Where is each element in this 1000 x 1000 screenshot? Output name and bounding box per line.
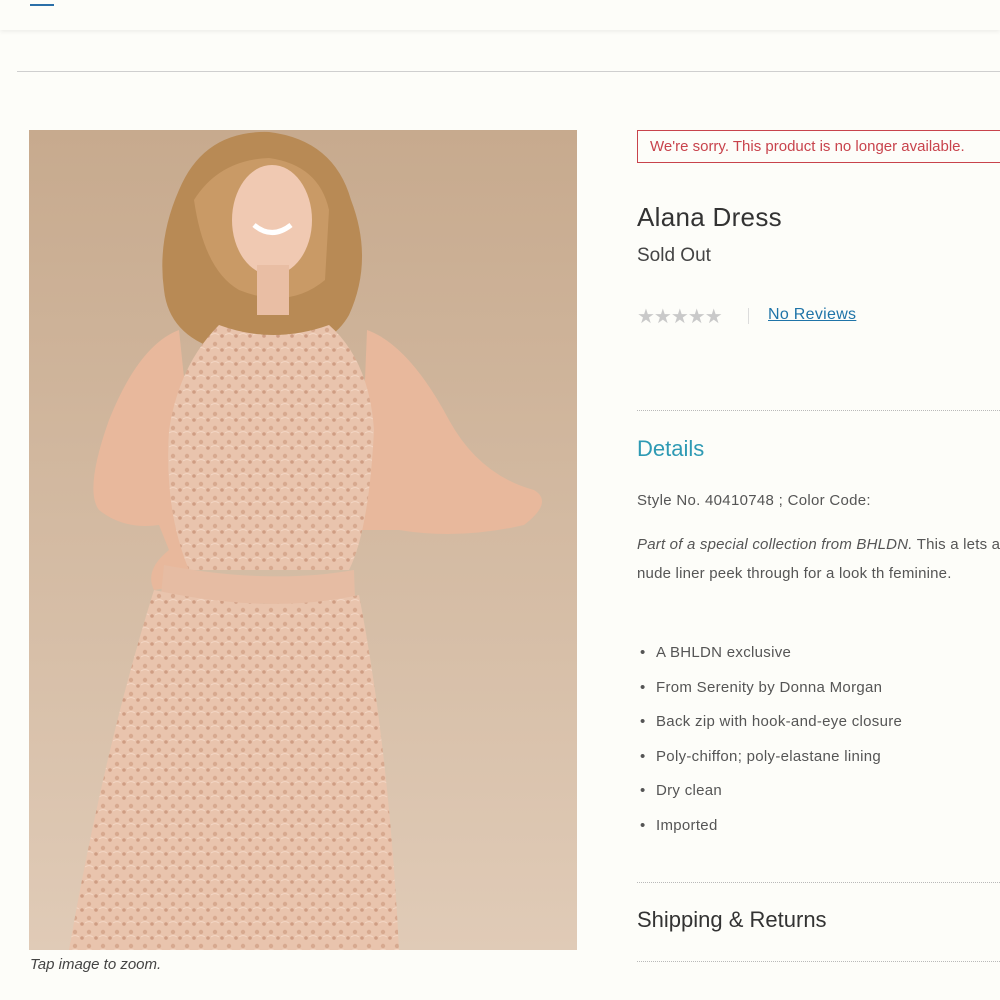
stock-status: Sold Out (637, 245, 711, 266)
header-divider (17, 71, 1000, 72)
section-divider (637, 882, 1000, 883)
feature-item: From Serenity by Donna Morgan (637, 676, 902, 711)
star-rating-icon: ★★★★★ (637, 306, 723, 328)
feature-item: Dry clean (637, 779, 902, 814)
feature-item: A BHLDN exclusive (637, 641, 902, 676)
feature-item: Poly-chiffon; poly-elastane lining (637, 745, 902, 780)
zoom-caption: Tap image to zoom. (30, 956, 162, 973)
style-number: Style No. 40410748 ; Color Code: (637, 492, 871, 509)
feature-item: Imported (637, 814, 902, 849)
reviews-link[interactable]: No Reviews (768, 306, 856, 324)
product-title: Alana Dress (637, 202, 782, 232)
product-description: Part of a special collection from BHLDN.… (637, 531, 1000, 588)
rating-divider (748, 308, 749, 324)
top-nav-bar (0, 0, 1000, 30)
section-divider (637, 410, 1000, 411)
feature-item: Back zip with hook-and-eye closure (637, 710, 902, 745)
description-intro: Part of a special collection from BHLDN. (637, 536, 913, 553)
shipping-returns-heading[interactable]: Shipping & Returns (637, 907, 827, 933)
details-heading[interactable]: Details (637, 436, 704, 462)
feature-list: A BHLDN exclusive From Serenity by Donna… (637, 641, 902, 849)
hamburger-menu-icon[interactable] (30, 0, 54, 10)
unavailable-notice: We're sorry. This product is no longer a… (637, 130, 1000, 163)
product-image[interactable] (29, 130, 577, 950)
section-divider (637, 961, 1000, 962)
